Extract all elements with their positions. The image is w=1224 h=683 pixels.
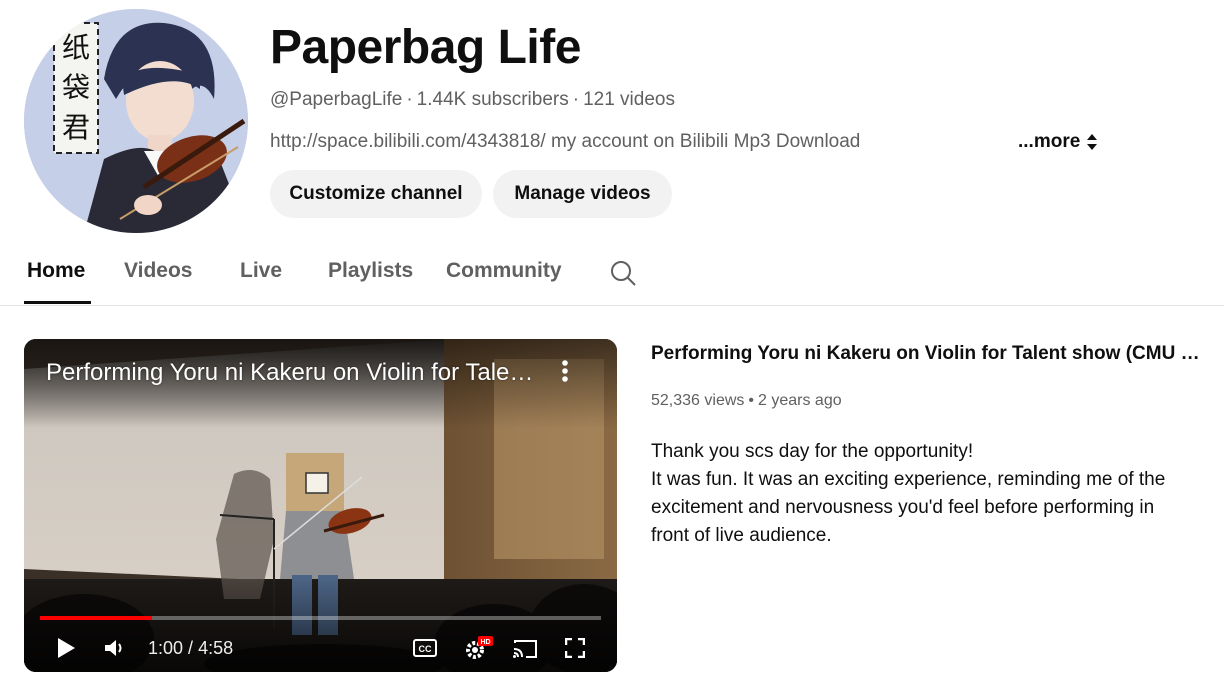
play-icon[interactable] <box>56 637 76 664</box>
more-label: ...more <box>1018 131 1081 152</box>
avatar-glyph-3: 君 <box>62 111 90 144</box>
progress-bar[interactable] <box>40 616 601 620</box>
time-current: 1:00 <box>148 638 184 658</box>
player-video-title[interactable]: Performing Yoru ni Kakeru on Violin for … <box>46 358 546 388</box>
captions-icon[interactable]: CC <box>413 639 437 662</box>
settings-icon[interactable]: HD <box>464 635 494 666</box>
upload-age: 2 years ago <box>758 392 842 409</box>
cast-icon[interactable] <box>512 639 538 664</box>
featured-video-description[interactable]: Thank you scs day for the opportunity! I… <box>651 438 1196 550</box>
manage-videos-button[interactable]: Manage videos <box>493 170 672 218</box>
separator-dot: · <box>406 89 413 110</box>
channel-meta: @PaperbagLife · 1.44K subscribers · 121 vide… <box>270 88 675 112</box>
channel-tabs: Home Videos Live Playlists Community <box>0 246 1224 306</box>
separator-dot: · <box>572 89 580 110</box>
description-line-2: It was fun. It was an exciting experienc… <box>651 469 1166 546</box>
video-player[interactable]: Performing Yoru ni Kakeru on Violin for … <box>24 339 617 672</box>
channel-avatar[interactable]: 纸 袋 君 <box>24 9 248 233</box>
hd-badge: HD <box>480 639 490 646</box>
tab-live[interactable]: Live <box>240 258 282 284</box>
avatar-glyph-1: 纸 <box>62 31 90 64</box>
time-total: 4:58 <box>198 638 234 658</box>
customize-channel-button[interactable]: Customize channel <box>270 170 482 218</box>
view-count: 52,336 views <box>651 392 745 409</box>
channel-handle: @PaperbagLife <box>270 89 403 110</box>
description-line-1: Thank you scs day for the opportunity! <box>651 441 974 462</box>
more-button[interactable]: ...more <box>1018 130 1098 154</box>
featured-video-meta: 52,336 views • 2 years ago <box>651 391 842 411</box>
tab-community[interactable]: Community <box>446 258 562 284</box>
channel-name: Paperbag Life <box>270 21 581 74</box>
svg-text:CC: CC <box>419 644 432 654</box>
tab-home[interactable]: Home <box>27 258 85 284</box>
channel-description[interactable]: http://space.bilibili.com/4343818/ my ac… <box>270 130 860 154</box>
separator-dot: • <box>748 392 754 409</box>
avatar-glyph-2: 袋 <box>62 71 90 104</box>
active-tab-indicator <box>24 301 91 304</box>
progress-fill <box>40 616 153 620</box>
tab-playlists[interactable]: Playlists <box>328 258 413 284</box>
kebab-menu-icon[interactable] <box>556 358 574 391</box>
video-frame <box>24 339 617 672</box>
fullscreen-icon[interactable] <box>564 637 586 663</box>
time-display: 1:00 / 4:58 <box>148 638 234 658</box>
search-icon[interactable] <box>609 259 637 292</box>
featured-video-title[interactable]: Performing Yoru ni Kakeru on Violin for … <box>651 342 1206 366</box>
volume-icon[interactable] <box>104 638 126 663</box>
sort-arrows-icon <box>1086 133 1098 151</box>
subscriber-count: 1.44K subscribers <box>416 89 569 110</box>
tab-videos[interactable]: Videos <box>124 258 192 284</box>
video-count: 121 videos <box>583 89 675 110</box>
